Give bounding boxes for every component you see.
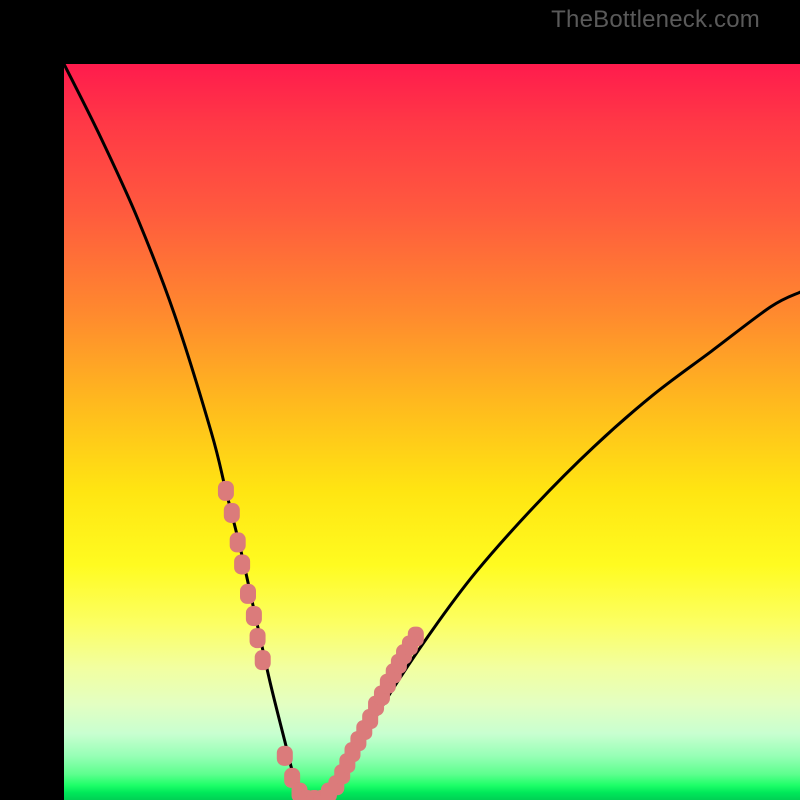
bottleneck-curve-line [64,64,800,800]
marker-point [408,627,424,647]
marker-point [255,650,271,670]
chart-svg [64,64,800,800]
marker-point [218,481,234,501]
chart-frame [0,0,800,800]
marker-point [250,628,266,648]
marker-point [234,554,250,574]
plot-area [64,64,800,800]
marker-point [246,606,262,626]
highlighted-points [218,481,424,800]
marker-point [277,746,293,766]
marker-point [240,584,256,604]
watermark-text: TheBottleneck.com [551,6,760,34]
marker-point [224,503,240,523]
marker-point [230,532,246,552]
